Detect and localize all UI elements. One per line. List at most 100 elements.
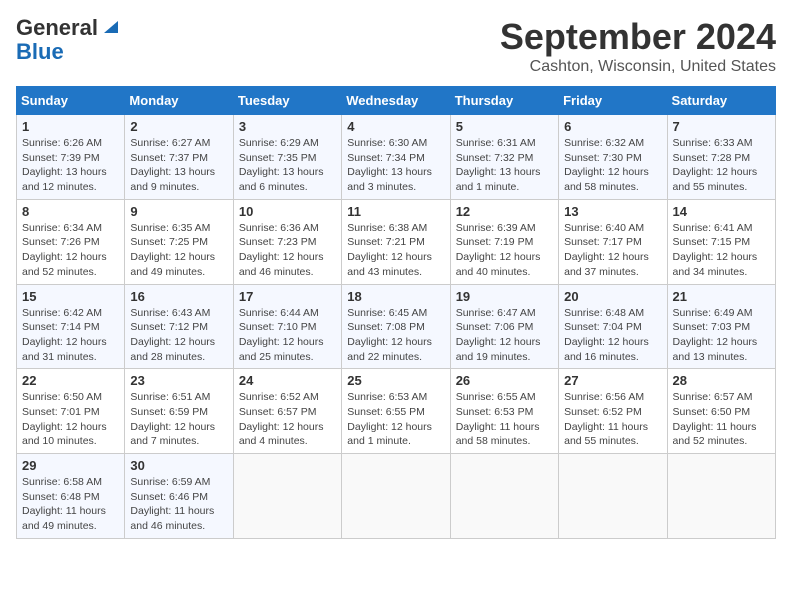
col-monday: Monday bbox=[125, 87, 233, 115]
calendar-cell: 7Sunrise: 6:33 AM Sunset: 7:28 PM Daylig… bbox=[667, 115, 775, 200]
calendar-body: 1Sunrise: 6:26 AM Sunset: 7:39 PM Daylig… bbox=[17, 115, 776, 539]
day-number: 8 bbox=[22, 204, 119, 219]
day-detail: Sunrise: 6:31 AM Sunset: 7:32 PM Dayligh… bbox=[456, 136, 553, 195]
calendar-cell: 5 Sunrise: 6:31 AM Sunset: 7:32 PM Daylig… bbox=[450, 115, 558, 200]
day-detail: Sunrise: 6:38 AM Sunset: 7:21 PM Dayligh… bbox=[347, 221, 444, 280]
calendar-cell: 25Sunrise: 6:53 AM Sunset: 6:55 PM Dayli… bbox=[342, 369, 450, 454]
calendar-cell: 18Sunrise: 6:45 AM Sunset: 7:08 PM Dayli… bbox=[342, 284, 450, 369]
calendar-cell bbox=[559, 454, 667, 539]
day-number: 1 bbox=[22, 119, 119, 134]
day-detail: Sunrise: 6:57 AM Sunset: 6:50 PM Dayligh… bbox=[673, 390, 770, 449]
day-number: 26 bbox=[456, 373, 553, 388]
day-detail: Sunrise: 6:33 AM Sunset: 7:28 PM Dayligh… bbox=[673, 136, 770, 195]
day-detail: Sunrise: 6:35 AM Sunset: 7:25 PM Dayligh… bbox=[130, 221, 227, 280]
logo: General Blue bbox=[16, 16, 118, 64]
day-number: 24 bbox=[239, 373, 336, 388]
calendar-cell: 28 Sunrise: 6:57 AM Sunset: 6:50 PM Dayli… bbox=[667, 369, 775, 454]
day-number: 2 bbox=[130, 119, 227, 134]
day-number: 4 bbox=[347, 119, 444, 134]
day-number: 22 bbox=[22, 373, 119, 388]
day-detail: Sunrise: 6:49 AM Sunset: 7:03 PM Dayligh… bbox=[673, 306, 770, 365]
day-number: 14 bbox=[673, 204, 770, 219]
calendar-cell: 29 Sunrise: 6:58 AM Sunset: 6:48 PM Dayli… bbox=[17, 454, 125, 539]
calendar-cell bbox=[342, 454, 450, 539]
day-number: 16 bbox=[130, 289, 227, 304]
day-number: 11 bbox=[347, 204, 444, 219]
calendar-row: 29 Sunrise: 6:58 AM Sunset: 6:48 PM Dayli… bbox=[17, 454, 776, 539]
calendar-row: 1Sunrise: 6:26 AM Sunset: 7:39 PM Daylig… bbox=[17, 115, 776, 200]
logo-text: General bbox=[16, 16, 98, 40]
calendar-cell bbox=[667, 454, 775, 539]
location-title: Cashton, Wisconsin, United States bbox=[500, 58, 776, 76]
calendar-cell: 11 Sunrise: 6:38 AM Sunset: 7:21 PM Dayli… bbox=[342, 199, 450, 284]
col-tuesday: Tuesday bbox=[233, 87, 341, 115]
calendar-cell: 22 Sunrise: 6:50 AM Sunset: 7:01 PM Dayli… bbox=[17, 369, 125, 454]
calendar-cell: 20 Sunrise: 6:48 AM Sunset: 7:04 PM Dayli… bbox=[559, 284, 667, 369]
day-number: 12 bbox=[456, 204, 553, 219]
day-detail: Sunrise: 6:58 AM Sunset: 6:48 PM Dayligh… bbox=[22, 475, 119, 534]
calendar-cell: 9 Sunrise: 6:35 AM Sunset: 7:25 PM Daylig… bbox=[125, 199, 233, 284]
calendar-cell: 6Sunrise: 6:32 AM Sunset: 7:30 PM Daylig… bbox=[559, 115, 667, 200]
calendar-cell bbox=[233, 454, 341, 539]
calendar-cell bbox=[450, 454, 558, 539]
calendar-cell: 26 Sunrise: 6:55 AM Sunset: 6:53 PM Dayli… bbox=[450, 369, 558, 454]
day-detail: Sunrise: 6:40 AM Sunset: 7:17 PM Dayligh… bbox=[564, 221, 661, 280]
header-row: Sunday Monday Tuesday Wednesday Thursday… bbox=[17, 87, 776, 115]
day-number: 19 bbox=[456, 289, 553, 304]
calendar-cell: 23 Sunrise: 6:51 AM Sunset: 6:59 PM Dayli… bbox=[125, 369, 233, 454]
calendar-cell: 12 Sunrise: 6:39 AM Sunset: 7:19 PM Dayli… bbox=[450, 199, 558, 284]
day-number: 15 bbox=[22, 289, 119, 304]
calendar-cell: 3 Sunrise: 6:29 AM Sunset: 7:35 PM Daylig… bbox=[233, 115, 341, 200]
day-detail: Sunrise: 6:55 AM Sunset: 6:53 PM Dayligh… bbox=[456, 390, 553, 449]
day-detail: Sunrise: 6:43 AM Sunset: 7:12 PM Dayligh… bbox=[130, 306, 227, 365]
calendar-cell: 17 Sunrise: 6:44 AM Sunset: 7:10 PM Dayli… bbox=[233, 284, 341, 369]
logo-icon bbox=[100, 17, 118, 35]
col-friday: Friday bbox=[559, 87, 667, 115]
page-header: General Blue September 2024 Cashton, Wis… bbox=[16, 16, 776, 76]
calendar-row: 8 Sunrise: 6:34 AM Sunset: 7:26 PM Daylig… bbox=[17, 199, 776, 284]
day-number: 27 bbox=[564, 373, 661, 388]
day-number: 21 bbox=[673, 289, 770, 304]
day-number: 20 bbox=[564, 289, 661, 304]
day-number: 28 bbox=[673, 373, 770, 388]
day-detail: Sunrise: 6:39 AM Sunset: 7:19 PM Dayligh… bbox=[456, 221, 553, 280]
day-number: 3 bbox=[239, 119, 336, 134]
day-detail: Sunrise: 6:51 AM Sunset: 6:59 PM Dayligh… bbox=[130, 390, 227, 449]
logo-general: General bbox=[16, 15, 98, 40]
calendar-table: Sunday Monday Tuesday Wednesday Thursday… bbox=[16, 86, 776, 539]
col-saturday: Saturday bbox=[667, 87, 775, 115]
day-detail: Sunrise: 6:42 AM Sunset: 7:14 PM Dayligh… bbox=[22, 306, 119, 365]
day-number: 5 bbox=[456, 119, 553, 134]
calendar-row: 15 Sunrise: 6:42 AM Sunset: 7:14 PM Dayli… bbox=[17, 284, 776, 369]
col-wednesday: Wednesday bbox=[342, 87, 450, 115]
day-number: 9 bbox=[130, 204, 227, 219]
day-detail: Sunrise: 6:27 AM Sunset: 7:37 PM Dayligh… bbox=[130, 136, 227, 195]
day-detail: Sunrise: 6:48 AM Sunset: 7:04 PM Dayligh… bbox=[564, 306, 661, 365]
day-number: 17 bbox=[239, 289, 336, 304]
calendar-cell: 15 Sunrise: 6:42 AM Sunset: 7:14 PM Dayli… bbox=[17, 284, 125, 369]
day-detail: Sunrise: 6:30 AM Sunset: 7:34 PM Dayligh… bbox=[347, 136, 444, 195]
title-area: September 2024 Cashton, Wisconsin, Unite… bbox=[500, 16, 776, 76]
day-detail: Sunrise: 6:29 AM Sunset: 7:35 PM Dayligh… bbox=[239, 136, 336, 195]
day-detail: Sunrise: 6:47 AM Sunset: 7:06 PM Dayligh… bbox=[456, 306, 553, 365]
day-detail: Sunrise: 6:52 AM Sunset: 6:57 PM Dayligh… bbox=[239, 390, 336, 449]
calendar-cell: 24 Sunrise: 6:52 AM Sunset: 6:57 PM Dayli… bbox=[233, 369, 341, 454]
day-number: 25 bbox=[347, 373, 444, 388]
day-detail: Sunrise: 6:32 AM Sunset: 7:30 PM Dayligh… bbox=[564, 136, 661, 195]
calendar-cell: 21 Sunrise: 6:49 AM Sunset: 7:03 PM Dayli… bbox=[667, 284, 775, 369]
day-detail: Sunrise: 6:56 AM Sunset: 6:52 PM Dayligh… bbox=[564, 390, 661, 449]
day-number: 29 bbox=[22, 458, 119, 473]
calendar-cell: 1Sunrise: 6:26 AM Sunset: 7:39 PM Daylig… bbox=[17, 115, 125, 200]
day-number: 10 bbox=[239, 204, 336, 219]
col-thursday: Thursday bbox=[450, 87, 558, 115]
calendar-cell: 4 Sunrise: 6:30 AM Sunset: 7:34 PM Daylig… bbox=[342, 115, 450, 200]
calendar-cell: 19 Sunrise: 6:47 AM Sunset: 7:06 PM Dayli… bbox=[450, 284, 558, 369]
calendar-cell: 10 Sunrise: 6:36 AM Sunset: 7:23 PM Dayli… bbox=[233, 199, 341, 284]
day-detail: Sunrise: 6:50 AM Sunset: 7:01 PM Dayligh… bbox=[22, 390, 119, 449]
day-detail: Sunrise: 6:36 AM Sunset: 7:23 PM Dayligh… bbox=[239, 221, 336, 280]
day-detail: Sunrise: 6:44 AM Sunset: 7:10 PM Dayligh… bbox=[239, 306, 336, 365]
calendar-cell: 30Sunrise: 6:59 AM Sunset: 6:46 PM Dayli… bbox=[125, 454, 233, 539]
day-number: 23 bbox=[130, 373, 227, 388]
day-detail: Sunrise: 6:34 AM Sunset: 7:26 PM Dayligh… bbox=[22, 221, 119, 280]
calendar-cell: 16 Sunrise: 6:43 AM Sunset: 7:12 PM Dayli… bbox=[125, 284, 233, 369]
